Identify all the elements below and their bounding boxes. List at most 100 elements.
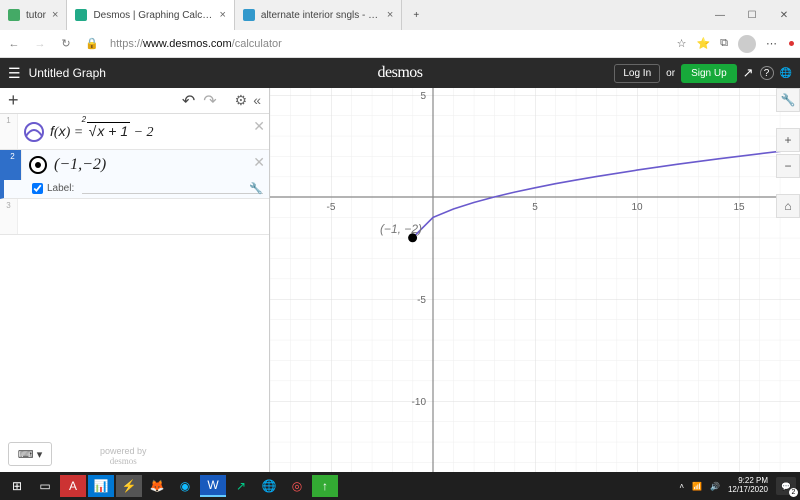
- expression-row[interactable]: 2 (−1,−2) ✕ Label: 🔧: [0, 150, 269, 199]
- graph-canvas[interactable]: -5 5 10 15 5 -5 -10 (−1, −2) 🔧 + − ⌂: [270, 88, 800, 472]
- desmos-logo: desmos: [378, 64, 423, 82]
- close-icon[interactable]: ×: [387, 9, 393, 21]
- expression-list: 1 f(x) = 2√x + 1 − 2 ✕ 2 (−1,−2) ✕: [0, 114, 269, 472]
- zoom-out-button[interactable]: −: [776, 154, 800, 178]
- home-button[interactable]: ⌂: [776, 194, 800, 218]
- tab-favicon: [243, 9, 255, 21]
- app-header: ☰ Untitled Graph desmos Log In or Sign U…: [0, 58, 800, 88]
- graph-title[interactable]: Untitled Graph: [29, 66, 106, 80]
- undo-button[interactable]: ↶: [182, 91, 195, 111]
- forward-button[interactable]: →: [32, 38, 48, 50]
- close-icon[interactable]: ×: [52, 9, 58, 21]
- options-icon[interactable]: 🔧: [249, 182, 263, 195]
- expression-toolbar: + ↶ ↷ ⚙ «: [0, 88, 269, 114]
- keyboard-toggle[interactable]: ⌨ ▾: [8, 442, 52, 466]
- svg-text:5: 5: [420, 91, 426, 102]
- share-icon[interactable]: ↗: [743, 65, 754, 81]
- label-text: Label:: [47, 183, 74, 194]
- app-icon[interactable]: W: [200, 475, 226, 497]
- app-icon[interactable]: 🌐: [256, 475, 282, 497]
- graph-tools: 🔧 + − ⌂: [776, 88, 800, 218]
- volume-icon[interactable]: 🔊: [710, 482, 720, 491]
- reading-icon[interactable]: ☆: [677, 37, 687, 50]
- new-tab-button[interactable]: +: [402, 0, 430, 30]
- favorite-icon[interactable]: ⭐: [696, 37, 710, 50]
- browser-tabstrip: tutor × Desmos | Graphing Calculator × a…: [0, 0, 800, 30]
- refresh-button[interactable]: ↻: [58, 37, 74, 50]
- back-button[interactable]: ←: [6, 38, 22, 50]
- address-bar: ← → ↻ 🔒 https://www.desmos.com/calculato…: [0, 30, 800, 58]
- svg-text:5: 5: [532, 202, 538, 213]
- app-icon[interactable]: A: [60, 475, 86, 497]
- browser-tab[interactable]: tutor ×: [0, 0, 67, 30]
- maximize-button[interactable]: ☐: [736, 0, 768, 30]
- app-icon[interactable]: ◎: [284, 475, 310, 497]
- zoom-in-button[interactable]: +: [776, 128, 800, 152]
- browser-tab[interactable]: alternate interior sngls - Bing ×: [235, 0, 402, 30]
- menu-icon[interactable]: ⋯: [766, 37, 777, 50]
- redo-button[interactable]: ↷: [203, 91, 216, 111]
- row-index: 3: [0, 199, 18, 234]
- delete-row-icon[interactable]: ✕: [253, 118, 265, 135]
- notification-icon[interactable]: 💬: [776, 477, 796, 495]
- clock[interactable]: 9:22 PM 12/17/2020: [728, 477, 768, 495]
- app-icon[interactable]: ⚡: [116, 475, 142, 497]
- or-label: or: [666, 68, 675, 79]
- wifi-icon[interactable]: 📶: [692, 482, 702, 491]
- expression-row[interactable]: 3: [0, 199, 269, 235]
- notification-dot: [789, 41, 794, 46]
- label-checkbox[interactable]: [32, 183, 43, 194]
- app-icon[interactable]: 🦊: [144, 475, 170, 497]
- svg-text:-10: -10: [412, 397, 427, 408]
- profile-avatar[interactable]: [738, 35, 756, 53]
- app-icon[interactable]: ◉: [172, 475, 198, 497]
- start-button[interactable]: ⊞: [4, 475, 30, 497]
- collections-icon[interactable]: ⧉: [720, 37, 728, 50]
- delete-row-icon[interactable]: ✕: [253, 154, 265, 171]
- svg-text:-5: -5: [417, 295, 426, 306]
- row-index: 1: [0, 114, 18, 149]
- expression-panel: + ↶ ↷ ⚙ « 1 f(x) = 2√x + 1 − 2 ✕: [0, 88, 270, 472]
- app-icon[interactable]: ↑: [312, 475, 338, 497]
- minimize-button[interactable]: —: [704, 0, 736, 30]
- close-button[interactable]: ✕: [768, 0, 800, 30]
- language-icon[interactable]: 🌐: [780, 68, 792, 79]
- help-icon[interactable]: ?: [760, 66, 774, 80]
- graph-settings-button[interactable]: 🔧: [776, 88, 800, 112]
- powered-by: powered by desmos: [100, 446, 147, 466]
- settings-icon[interactable]: ⚙: [235, 92, 248, 109]
- curve-color-icon[interactable]: [24, 122, 44, 142]
- lock-icon: 🔒: [84, 37, 100, 50]
- windows-taskbar: ⊞ ▭ A 📊 ⚡ 🦊 ◉ W ↗ 🌐 ◎ ↑ ˄ 📶 🔊 9:22 PM 12…: [0, 472, 800, 500]
- app-icon[interactable]: ↗: [228, 475, 254, 497]
- taskview-icon[interactable]: ▭: [32, 475, 58, 497]
- close-icon[interactable]: ×: [219, 9, 225, 21]
- svg-text:15: 15: [733, 202, 745, 213]
- tab-label: alternate interior sngls - Bing: [261, 10, 381, 21]
- point-label: (−1, −2): [380, 222, 422, 236]
- expression-math[interactable]: f(x) = 2√x + 1 − 2: [50, 123, 154, 141]
- svg-text:-5: -5: [327, 202, 336, 213]
- expression-row[interactable]: 1 f(x) = 2√x + 1 − 2 ✕: [0, 114, 269, 150]
- app-icon[interactable]: 📊: [88, 475, 114, 497]
- browser-tab[interactable]: Desmos | Graphing Calculator ×: [67, 0, 234, 30]
- add-expression-button[interactable]: +: [8, 90, 19, 111]
- signup-button[interactable]: Sign Up: [681, 64, 737, 83]
- tray-icon[interactable]: ˄: [679, 482, 684, 491]
- url-input[interactable]: https://www.desmos.com/calculator: [110, 38, 667, 50]
- point-style-icon[interactable]: [29, 156, 47, 174]
- tab-label: tutor: [26, 10, 46, 21]
- collapse-icon[interactable]: «: [253, 92, 261, 109]
- window-controls: — ☐ ✕: [704, 0, 800, 30]
- login-button[interactable]: Log In: [614, 64, 660, 83]
- tab-label: Desmos | Graphing Calculator: [93, 10, 213, 21]
- graph-svg: -5 5 10 15 5 -5 -10 (−1, −2): [270, 88, 800, 472]
- menu-icon[interactable]: ☰: [8, 65, 21, 82]
- row-index: 2: [4, 150, 22, 180]
- label-input[interactable]: [82, 182, 263, 194]
- tab-favicon: [8, 9, 20, 21]
- svg-text:10: 10: [631, 202, 643, 213]
- label-row: Label: 🔧: [4, 180, 269, 198]
- expression-math[interactable]: (−1,−2): [54, 156, 106, 174]
- tab-favicon: [75, 9, 87, 21]
